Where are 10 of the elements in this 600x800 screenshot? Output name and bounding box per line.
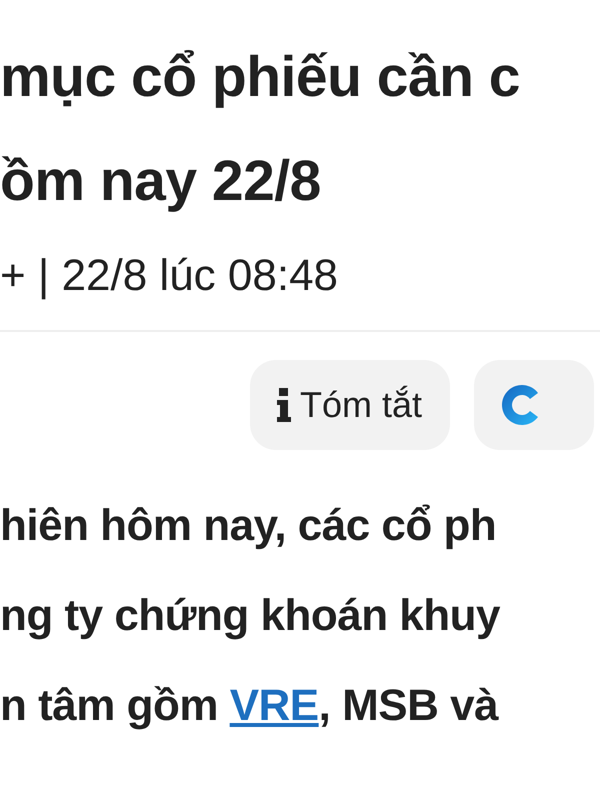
article-title-line: mục cổ phiếu cần c [0,44,521,110]
body-text: hiên hôm nay, các cổ ph [0,500,498,552]
info-icon [276,388,292,422]
body-text: ng ty chứng khoán khuy [0,590,502,642]
logo-button[interactable] [474,360,594,450]
article-meta: + | 22/8 lúc 08:48 [0,250,340,302]
body-text: n tâm gồm VRE, MSB và [0,680,500,732]
article-title-line: ồm nay 22/8 [0,148,322,214]
stock-link[interactable]: VRE [230,681,319,730]
summary-button[interactable]: Tóm tắt [250,360,450,450]
